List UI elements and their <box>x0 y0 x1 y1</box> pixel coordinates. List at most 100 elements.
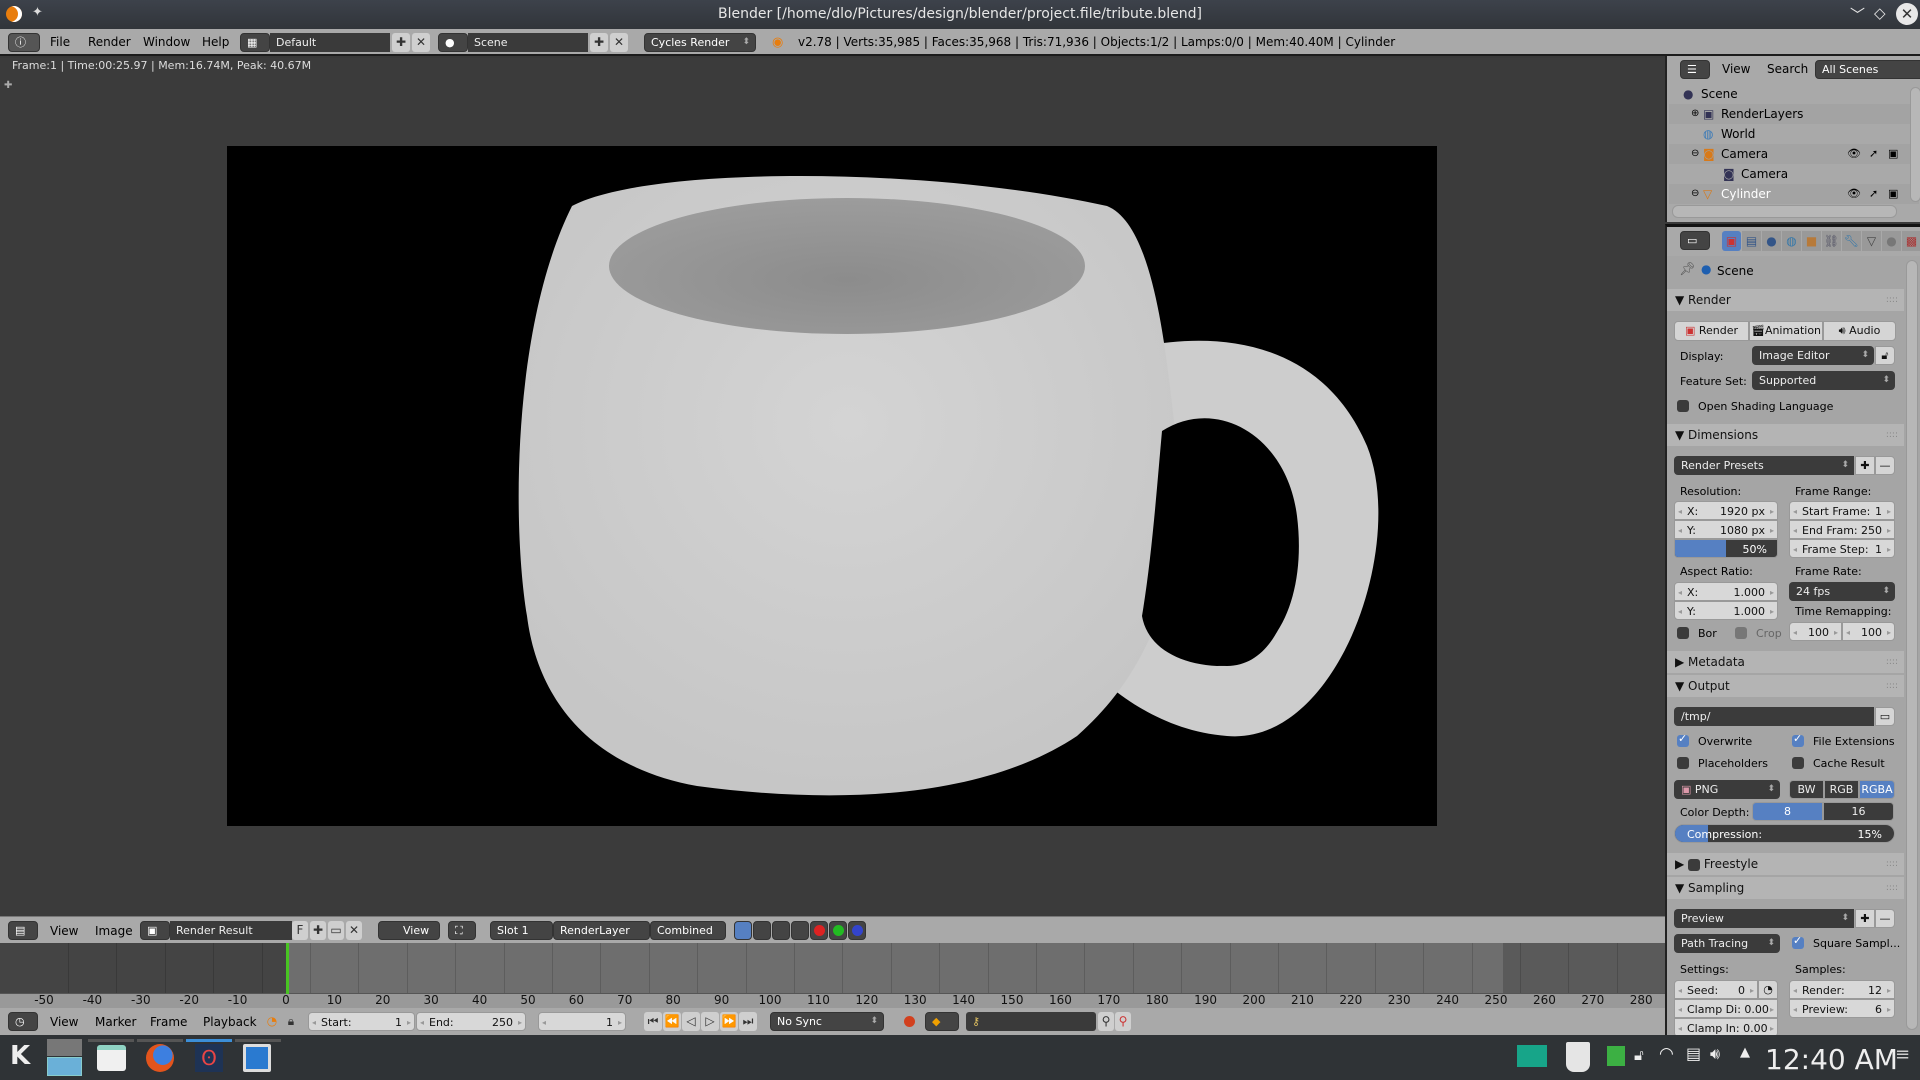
color-depth-8[interactable]: 8 <box>1752 802 1823 821</box>
screen-layout-icon[interactable]: ▦ <box>240 33 270 52</box>
screen-layout-field[interactable]: Default <box>270 33 390 52</box>
render-engine-dropdown[interactable]: Cycles Render ⬍ <box>644 33 756 52</box>
visibility-eye-icon[interactable]: 👁︎ <box>1847 184 1861 204</box>
cache-result-checkbox[interactable] <box>1792 757 1804 769</box>
maximize-icon[interactable]: ◇ <box>1874 4 1886 22</box>
scene-icon[interactable]: ● <box>438 33 468 52</box>
editor-type-info-button[interactable]: ⓘ <box>8 33 40 52</box>
render-pass-dropdown[interactable]: Combined <box>650 921 726 940</box>
start-frame-field[interactable]: ◂ Start Frame: 1 ▸ <box>1789 501 1895 520</box>
aspect-x-field[interactable]: ◂ X: 1.000 ▸ <box>1674 582 1778 601</box>
clipboard-icon[interactable]: ▤ <box>1686 1044 1701 1063</box>
modifiers-tab-icon[interactable]: 🔧︎ <box>1842 231 1861 251</box>
menu-file[interactable]: File <box>50 35 70 49</box>
end-frame-field[interactable]: ◂ End: 250 ▸ <box>416 1012 526 1031</box>
lock-open-icon[interactable]: 🔓︎ <box>1634 1046 1644 1064</box>
trash-icon[interactable] <box>1566 1042 1590 1072</box>
timeline-ruler[interactable] <box>0 993 1665 1008</box>
freestyle-checkbox[interactable] <box>1688 858 1701 871</box>
seed-field[interactable]: ◂ Seed: 0 ▸ <box>1674 980 1758 999</box>
render-tab-icon[interactable]: ▣ <box>1722 231 1741 251</box>
desktop-pager-1[interactable] <box>47 1039 82 1056</box>
scene-field[interactable]: Scene <box>468 33 588 52</box>
outliner-display-mode-dropdown[interactable]: All Scenes <box>1815 60 1920 79</box>
border-checkbox[interactable] <box>1677 627 1689 639</box>
texture-tab-icon[interactable]: ▩ <box>1902 231 1920 251</box>
renderability-camera-icon[interactable]: ▣ <box>1888 144 1898 164</box>
jump-to-keyframe-forward-icon[interactable]: ⏩ <box>720 1012 738 1031</box>
animated-seed-icon[interactable]: ◔ <box>1758 980 1778 999</box>
editor-type-timeline-button[interactable]: ◷ <box>8 1012 38 1031</box>
color-depth-16[interactable]: 16 <box>1823 802 1894 821</box>
blender-task-icon[interactable]: ʘ <box>195 1044 223 1072</box>
selectability-cursor-icon[interactable]: ➚ <box>1869 184 1878 204</box>
unlink-image-icon[interactable]: ✕ <box>346 921 362 940</box>
menu-view[interactable]: View <box>1722 62 1750 76</box>
menu-frame[interactable]: Frame <box>150 1015 187 1029</box>
close-window-button[interactable]: ✕ <box>1896 3 1918 25</box>
hamburger-menu-icon[interactable]: ≡ <box>1895 1044 1910 1065</box>
outliner-item[interactable]: ⊖ ▽ Cylinder 👁︎ ➚ ▣ <box>1669 184 1919 204</box>
toolshelf-toggle-icon[interactable]: ✚ <box>4 80 12 91</box>
placeholders-checkbox[interactable] <box>1677 757 1689 769</box>
draw-alpha-checker-icon[interactable] <box>753 921 771 940</box>
new-image-icon[interactable]: ✚ <box>310 921 326 940</box>
lock-icon[interactable]: 🔒︎ <box>283 1012 299 1031</box>
render-button[interactable]: ▣ Render <box>1674 321 1749 341</box>
minimize-icon[interactable]: ﹀ <box>1850 4 1865 25</box>
jump-to-end-icon[interactable]: ⏭ <box>739 1012 757 1031</box>
expand-icon[interactable]: ⊕ <box>1691 104 1699 124</box>
panel-header-sampling[interactable]: ▼ Sampling:::: <box>1667 877 1904 899</box>
clamp-direct-field[interactable]: ◂ Clamp Di: 0.00 ▸ <box>1674 999 1778 1018</box>
panel-header-freestyle[interactable]: ▶ Freestyle:::: <box>1667 853 1904 875</box>
collapse-icon[interactable]: ⊖ <box>1691 144 1699 164</box>
output-path-field[interactable]: /tmp/ <box>1674 707 1874 726</box>
outliner-item[interactable]: ◍ World <box>1669 124 1919 144</box>
menu-window[interactable]: Window <box>143 35 190 49</box>
outliner-horizontal-scrollbar[interactable] <box>1672 205 1897 218</box>
crop-checkbox[interactable] <box>1735 627 1747 639</box>
audio-button[interactable]: 🔊︎ Audio <box>1823 321 1896 341</box>
preview-samples-field[interactable]: ◂ Preview: 6 ▸ <box>1789 999 1895 1018</box>
volume-icon[interactable]: 🔊︎ <box>1710 1044 1720 1064</box>
blue-channel-icon[interactable] <box>848 921 866 940</box>
remove-screen-icon[interactable]: ✕ <box>412 33 430 52</box>
constraints-tab-icon[interactable]: ⛓ <box>1822 231 1841 251</box>
menu-marker[interactable]: Marker <box>95 1015 136 1029</box>
time-remap-new-field[interactable]: ◂ 100 ▸ <box>1842 622 1895 641</box>
editor-type-outliner-button[interactable]: ☰ <box>1680 60 1710 79</box>
end-frame-field[interactable]: ◂ End Fram: 250 ▸ <box>1789 520 1895 539</box>
expand-tray-icon[interactable]: ▲ <box>1740 1045 1750 1060</box>
color-mode-rgba[interactable]: RGBA <box>1859 780 1895 799</box>
pin-context-icon[interactable]: 📌︎ <box>1679 262 1696 277</box>
green-channel-icon[interactable] <box>829 921 847 940</box>
aspect-y-field[interactable]: ◂ Y: 1.000 ▸ <box>1674 601 1778 620</box>
image-name-field[interactable]: Render Result <box>170 921 292 940</box>
panel-header-output[interactable]: ▼ Output:::: <box>1667 675 1904 697</box>
frame-rate-dropdown[interactable]: 24 fps ⬍ <box>1789 582 1895 601</box>
browse-folder-icon[interactable]: ▭ <box>1875 707 1895 726</box>
menu-playback[interactable]: Playback <box>203 1015 257 1029</box>
render-layers-tab-icon[interactable]: ▤ <box>1742 231 1761 251</box>
screenshot-tool-icon[interactable] <box>243 1044 271 1072</box>
renderability-camera-icon[interactable]: ▣ <box>1888 184 1898 204</box>
render-layer-dropdown[interactable]: RenderLayer <box>553 921 650 940</box>
image-browse-icon[interactable]: ▣ <box>140 921 170 940</box>
outliner-item[interactable]: ● Scene <box>1669 84 1919 104</box>
outliner-item[interactable]: ◙ Camera <box>1669 164 1919 184</box>
desktop-preview-icon[interactable] <box>1517 1045 1547 1067</box>
auto-keying-record-icon[interactable] <box>900 1012 918 1031</box>
properties-scrollbar[interactable] <box>1906 260 1918 1030</box>
clock[interactable]: 12:40 AM <box>1765 1043 1898 1076</box>
compression-slider[interactable]: Compression: 15% <box>1674 824 1895 843</box>
menu-help[interactable]: Help <box>202 35 229 49</box>
outliner-item[interactable]: ⊖ ◙ Camera 👁︎ ➚ ▣ <box>1669 144 1919 164</box>
overwrite-checkbox[interactable] <box>1677 732 1689 747</box>
menu-view[interactable]: View <box>50 924 78 938</box>
add-sampling-preset-icon[interactable]: ✚ <box>1855 909 1875 928</box>
outliner[interactable]: ● Scene ⊕ ▣ RenderLayers ◍ World ⊖ ◙ Camera 👁︎ ➚ ▣ ◙ C… <box>1665 82 1920 222</box>
package-manager-icon[interactable] <box>1607 1046 1625 1066</box>
display-dropdown[interactable]: Image Editor ⬍ <box>1752 346 1874 365</box>
osl-checkbox[interactable] <box>1677 400 1689 412</box>
file-extensions-checkbox[interactable] <box>1792 732 1804 747</box>
